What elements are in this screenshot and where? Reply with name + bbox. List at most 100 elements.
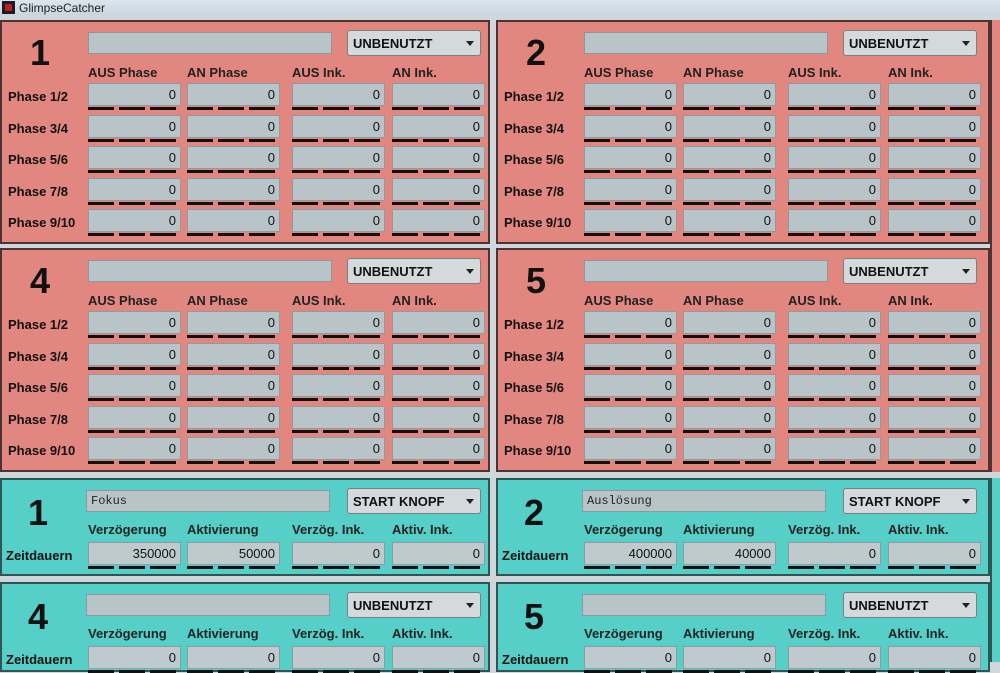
value-field[interactable]: 0 (392, 342, 485, 366)
chevron-down-icon[interactable] (466, 499, 474, 504)
panel-name-input[interactable]: Fokus (86, 490, 330, 512)
value-field[interactable]: 0 (88, 114, 181, 138)
chevron-down-icon[interactable] (466, 603, 474, 608)
value-field[interactable]: 0 (392, 542, 485, 565)
value-field[interactable]: 0 (392, 311, 485, 334)
value-field[interactable]: 400000 (584, 542, 677, 565)
value-field[interactable]: 0 (292, 209, 385, 232)
value-field[interactable]: 0 (187, 146, 280, 169)
mode-select[interactable]: START KNOPF (347, 488, 481, 514)
value-field[interactable]: 0 (187, 177, 280, 201)
chevron-down-icon[interactable] (962, 499, 970, 504)
value-field[interactable]: 0 (788, 209, 881, 232)
value-field[interactable]: 0 (683, 114, 776, 138)
value-field[interactable]: 0 (292, 374, 385, 397)
value-field[interactable]: 0 (292, 542, 385, 565)
chevron-down-icon[interactable] (962, 41, 970, 46)
value-field[interactable]: 0 (187, 374, 280, 397)
value-field[interactable]: 0 (187, 342, 280, 366)
value-field[interactable]: 0 (788, 177, 881, 201)
value-field[interactable]: 0 (292, 114, 385, 138)
panel-name-input[interactable] (88, 32, 332, 54)
value-field[interactable]: 0 (584, 405, 677, 429)
value-field[interactable]: 0 (683, 405, 776, 429)
value-field[interactable]: 0 (392, 646, 485, 669)
value-field[interactable]: 40000 (683, 542, 776, 565)
value-field[interactable]: 0 (292, 83, 385, 106)
value-field[interactable]: 0 (584, 374, 677, 397)
value-field[interactable]: 0 (683, 209, 776, 232)
value-field[interactable]: 0 (584, 209, 677, 232)
value-field[interactable]: 0 (392, 405, 485, 429)
value-field[interactable]: 0 (88, 83, 181, 106)
value-field[interactable]: 0 (788, 114, 881, 138)
value-field[interactable]: 0 (584, 83, 677, 106)
value-field[interactable]: 0 (292, 342, 385, 366)
value-field[interactable]: 0 (392, 146, 485, 169)
mode-select[interactable]: UNBENUTZT (347, 30, 481, 56)
value-field[interactable]: 0 (88, 209, 181, 232)
panel-name-input[interactable] (86, 594, 330, 616)
value-field[interactable]: 0 (888, 405, 981, 429)
value-field[interactable]: 350000 (88, 542, 181, 565)
value-field[interactable]: 0 (187, 83, 280, 106)
value-field[interactable]: 0 (888, 83, 981, 106)
value-field[interactable]: 0 (788, 342, 881, 366)
mode-select[interactable]: UNBENUTZT (347, 592, 481, 618)
value-field[interactable]: 0 (584, 646, 677, 669)
value-field[interactable]: 0 (292, 405, 385, 429)
value-field[interactable]: 0 (187, 646, 280, 669)
value-field[interactable]: 0 (584, 146, 677, 169)
value-field[interactable]: 0 (888, 311, 981, 334)
value-field[interactable]: 0 (584, 311, 677, 334)
value-field[interactable]: 0 (888, 646, 981, 669)
value-field[interactable]: 0 (788, 83, 881, 106)
value-field[interactable]: 0 (683, 646, 776, 669)
value-field[interactable]: 0 (888, 542, 981, 565)
value-field[interactable]: 0 (888, 146, 981, 169)
value-field[interactable]: 0 (88, 146, 181, 169)
value-field[interactable]: 0 (788, 374, 881, 397)
value-field[interactable]: 0 (584, 177, 677, 201)
panel-name-input[interactable] (584, 32, 828, 54)
value-field[interactable]: 0 (683, 146, 776, 169)
value-field[interactable]: 0 (88, 374, 181, 397)
panel-name-input[interactable] (88, 260, 332, 282)
value-field[interactable]: 0 (88, 405, 181, 429)
value-field[interactable]: 0 (88, 437, 181, 460)
value-field[interactable]: 0 (392, 374, 485, 397)
value-field[interactable]: 0 (788, 437, 881, 460)
chevron-down-icon[interactable] (962, 269, 970, 274)
value-field[interactable]: 0 (584, 114, 677, 138)
value-field[interactable]: 0 (187, 311, 280, 334)
chevron-down-icon[interactable] (466, 269, 474, 274)
value-field[interactable]: 0 (584, 342, 677, 366)
value-field[interactable]: 0 (788, 311, 881, 334)
value-field[interactable]: 0 (88, 177, 181, 201)
value-field[interactable]: 0 (888, 177, 981, 201)
panel-name-input[interactable] (584, 260, 828, 282)
panel-name-input[interactable] (582, 594, 826, 616)
value-field[interactable]: 0 (683, 311, 776, 334)
value-field[interactable]: 0 (88, 311, 181, 334)
chevron-down-icon[interactable] (466, 41, 474, 46)
value-field[interactable]: 0 (888, 437, 981, 460)
value-field[interactable]: 0 (392, 83, 485, 106)
mode-select[interactable]: UNBENUTZT (843, 258, 977, 284)
value-field[interactable]: 0 (683, 342, 776, 366)
value-field[interactable]: 0 (683, 177, 776, 201)
value-field[interactable]: 0 (788, 542, 881, 565)
value-field[interactable]: 0 (88, 646, 181, 669)
value-field[interactable]: 0 (888, 342, 981, 366)
value-field[interactable]: 0 (888, 209, 981, 232)
value-field[interactable]: 0 (292, 311, 385, 334)
value-field[interactable]: 0 (292, 177, 385, 201)
value-field[interactable]: 0 (788, 146, 881, 169)
value-field[interactable]: 0 (888, 114, 981, 138)
value-field[interactable]: 0 (788, 405, 881, 429)
value-field[interactable]: 0 (187, 209, 280, 232)
mode-select[interactable]: UNBENUTZT (347, 258, 481, 284)
value-field[interactable]: 0 (88, 342, 181, 366)
value-field[interactable]: 0 (187, 405, 280, 429)
value-field[interactable]: 0 (683, 437, 776, 460)
